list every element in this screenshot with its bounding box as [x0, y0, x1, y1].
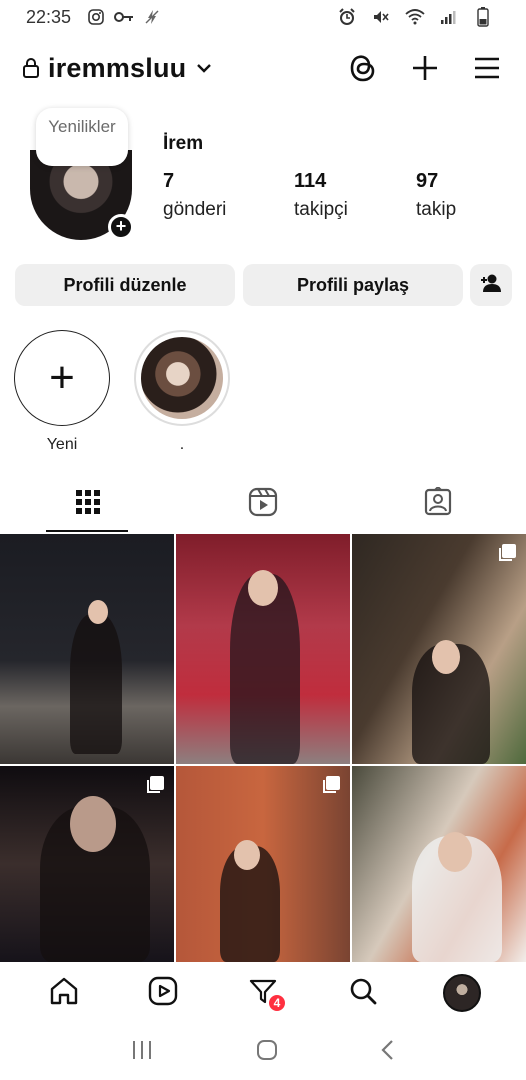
stat-following-label: takip: [416, 199, 457, 220]
menu-icon[interactable]: [470, 51, 504, 85]
tab-reels[interactable]: [175, 476, 350, 532]
profile-tabs: [0, 476, 526, 532]
stat-following[interactable]: 97 takip: [416, 170, 456, 221]
key-icon: [113, 7, 135, 27]
lock-icon: [22, 56, 42, 80]
status-time: 22:35: [26, 6, 72, 27]
signal-icon: [438, 7, 460, 27]
highlight-new[interactable]: + Yeni: [14, 330, 110, 454]
stat-posts-value: 7: [163, 170, 175, 192]
add-person-icon: [479, 273, 503, 298]
discover-people-button[interactable]: [470, 264, 512, 306]
mute-icon: [370, 7, 392, 27]
add-story-icon[interactable]: +: [108, 214, 134, 240]
notification-badge: 4: [266, 993, 287, 1013]
post-thumbnail[interactable]: [352, 534, 526, 764]
highlight-label: Yeni: [46, 436, 78, 453]
tab-tagged[interactable]: [351, 476, 526, 532]
wifi-icon: [404, 7, 426, 27]
reels-icon: [148, 976, 178, 1011]
chevron-down-icon[interactable]: [196, 63, 212, 73]
threads-icon[interactable]: [346, 51, 380, 85]
posts-grid: [0, 534, 526, 962]
search-icon: [348, 976, 378, 1011]
reels-icon: [248, 487, 278, 522]
post-thumbnail[interactable]: [0, 534, 174, 764]
profile-header: iremmsluu: [0, 42, 526, 94]
post-thumbnail[interactable]: [0, 766, 174, 962]
status-bar: 22:35: [0, 0, 526, 34]
nav-activity[interactable]: 4: [243, 973, 287, 1013]
home-button-icon[interactable]: [255, 1038, 279, 1067]
tab-posts[interactable]: [0, 476, 175, 532]
nav-profile[interactable]: [442, 973, 482, 1013]
battery-icon: [472, 7, 494, 27]
grid-icon: [75, 489, 101, 520]
bottom-nav: 4: [0, 962, 526, 1024]
post-thumbnail[interactable]: [352, 766, 526, 962]
profile-avatar: [443, 974, 482, 1012]
instagram-icon: [85, 7, 107, 27]
stat-followers[interactable]: 114 takipçi: [294, 170, 348, 221]
nav-search[interactable]: [343, 973, 383, 1013]
nav-reels[interactable]: [143, 973, 183, 1013]
highlight-cover: [134, 330, 230, 426]
display-name: İrem: [163, 133, 204, 154]
system-nav: [0, 1024, 526, 1080]
home-icon: [49, 976, 79, 1011]
post-thumbnail[interactable]: [176, 534, 350, 764]
edit-profile-button[interactable]: Profili düzenle: [15, 264, 235, 306]
stat-posts[interactable]: 7 gönderi: [163, 170, 226, 221]
post-thumbnail[interactable]: [176, 766, 350, 962]
highlight-label: .: [179, 436, 185, 453]
plus-icon: +: [14, 330, 110, 426]
share-profile-button[interactable]: Profili paylaş: [243, 264, 463, 306]
recents-icon[interactable]: [130, 1039, 154, 1066]
plus-icon[interactable]: [408, 51, 442, 85]
multiple-photos-icon: [498, 544, 516, 562]
stat-followers-label: takipçi: [294, 199, 348, 220]
highlight-item[interactable]: .: [134, 330, 230, 454]
alarm-icon: [336, 7, 358, 27]
tagged-icon: [423, 485, 453, 522]
nav-home[interactable]: [44, 973, 84, 1013]
stat-followers-value: 114: [294, 170, 327, 192]
username[interactable]: iremmsluu: [48, 53, 186, 84]
back-icon[interactable]: [380, 1039, 396, 1066]
multiple-photos-icon: [322, 776, 340, 794]
no-charge-icon: [141, 7, 163, 27]
stat-posts-label: gönderi: [163, 199, 227, 220]
note-bubble[interactable]: Yenilikler: [36, 108, 128, 166]
multiple-photos-icon: [146, 776, 164, 794]
stat-following-value: 97: [416, 170, 439, 192]
